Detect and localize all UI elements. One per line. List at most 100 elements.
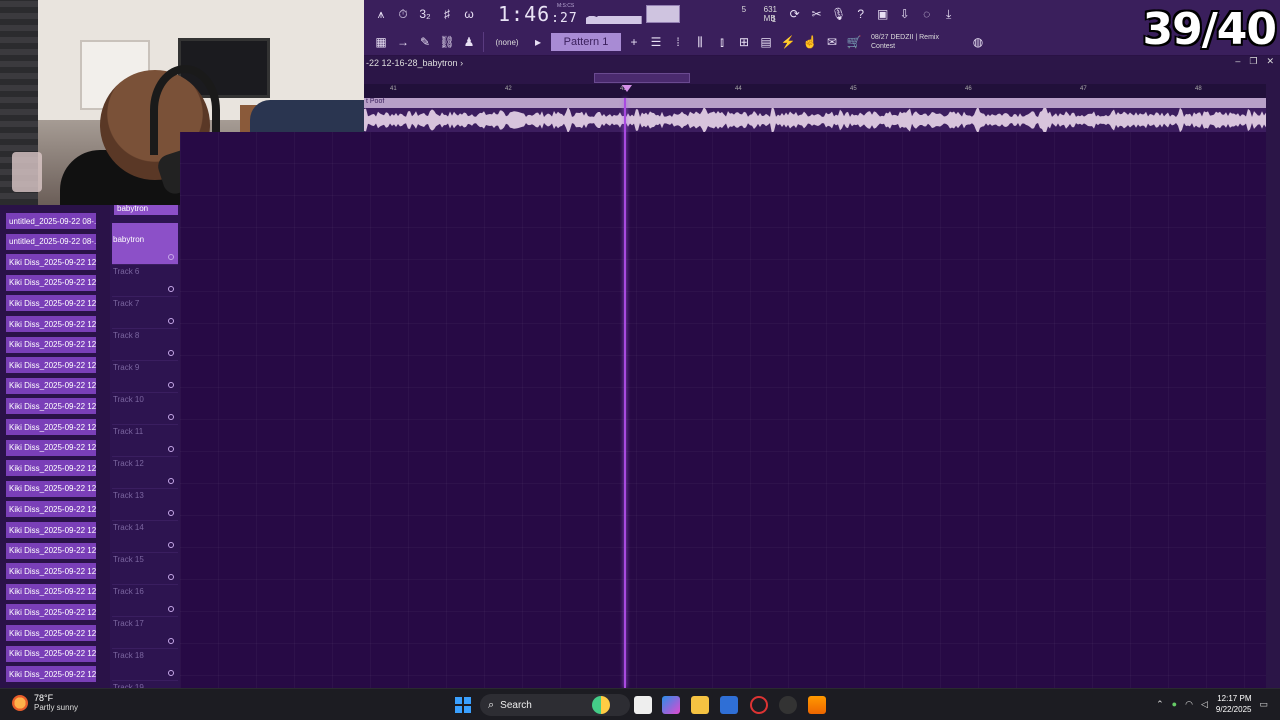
save-icon[interactable]: ▣ xyxy=(873,4,893,24)
track-dot-icon[interactable] xyxy=(168,638,174,644)
metronome-icon[interactable]: ⩚ xyxy=(371,4,391,24)
file-explorer-icon[interactable] xyxy=(691,696,709,714)
track-dot-icon[interactable] xyxy=(168,542,174,548)
track-dot-icon[interactable] xyxy=(168,478,174,484)
export-icon[interactable]: ⇩ xyxy=(895,4,915,24)
browser-item[interactable]: Kiki Diss_2025-09-22 12... xyxy=(6,316,96,332)
track-dot-icon[interactable] xyxy=(168,446,174,452)
track-babytron-top[interactable]: babytron xyxy=(114,205,178,215)
track-dot-icon[interactable] xyxy=(168,670,174,676)
browser-item[interactable]: Kiki Diss_2025-09-22 12... xyxy=(6,583,96,600)
browser-item[interactable]: Kiki Diss_2025-09-22 12... xyxy=(6,522,96,538)
browser-item[interactable]: Kiki Diss_2025-09-22 12... xyxy=(6,377,96,394)
track-header[interactable]: Track 16 xyxy=(112,585,178,617)
track-header[interactable]: Track 9 xyxy=(112,361,178,393)
browser-item[interactable]: Kiki Diss_2025-09-22 12... xyxy=(6,274,96,291)
start-button[interactable] xyxy=(455,697,471,713)
track-dot-icon[interactable] xyxy=(168,414,174,420)
track-dot-icon[interactable] xyxy=(168,510,174,516)
weather-widget[interactable]: 78°F Partly sunny xyxy=(12,693,78,712)
browser-item[interactable]: Kiki Diss_2025-09-22 12... xyxy=(6,480,96,497)
cut-icon[interactable]: ✂ xyxy=(807,4,827,24)
chevron-up-icon[interactable]: ⌃ xyxy=(1156,699,1164,710)
piano-roll-icon[interactable]: ▦ xyxy=(371,32,391,52)
browser-item[interactable]: Kiki Diss_2025-09-22 12... xyxy=(6,357,96,374)
add-pattern-icon[interactable]: + xyxy=(624,32,644,52)
browser-item[interactable]: Kiki Diss_2025-09-22 12... xyxy=(6,295,96,312)
browser-item[interactable]: Kiki Diss_2025-09-22 12... xyxy=(6,501,96,518)
browser-item[interactable]: Kiki Diss_2025-09-22 12... xyxy=(6,604,96,621)
clock[interactable]: 12:17 PM 9/22/2025 xyxy=(1216,693,1252,715)
widgets-icon[interactable] xyxy=(592,696,610,714)
track-header[interactable]: Track 11 xyxy=(112,425,178,457)
blend-notes-icon[interactable]: ω xyxy=(459,4,479,24)
hint-icon[interactable]: ✉ xyxy=(822,32,842,52)
browser-item[interactable]: Kiki Diss_2025-09-22 12... xyxy=(6,460,96,477)
playlist-grid[interactable] xyxy=(180,132,1266,688)
cart-icon[interactable]: 🛒 xyxy=(844,32,864,52)
track-dot-icon[interactable] xyxy=(168,350,174,356)
news-panel[interactable]: 08/27 DEDZII | Remix Contest xyxy=(871,33,967,51)
track-header[interactable]: Track 12 xyxy=(112,457,178,489)
browser-item[interactable]: Kiki Diss_2025-09-22 12... xyxy=(6,645,96,662)
track-dot-icon[interactable] xyxy=(168,286,174,292)
horizontal-scrollbar[interactable] xyxy=(594,73,690,83)
track-babytron[interactable]: babytron xyxy=(112,223,178,265)
browser-item[interactable]: Kiki Diss_2025-09-22 12... xyxy=(6,419,96,435)
track-header[interactable]: Track 18 xyxy=(112,649,178,681)
play-pattern-icon[interactable]: ▸ xyxy=(528,32,548,52)
track-header[interactable]: Track 13 xyxy=(112,489,178,521)
chat-icon[interactable]: ◌ xyxy=(917,4,937,24)
browser-item[interactable]: Kiki Diss_2025-09-22 12... xyxy=(6,563,96,580)
track-header[interactable]: Track 17 xyxy=(112,617,178,649)
microphone-icon[interactable]: 🎙 xyxy=(829,4,849,24)
browser-item[interactable]: untitled_2025-09-22 08-... xyxy=(6,213,96,229)
notification-icon[interactable]: ▭ xyxy=(1259,699,1268,710)
bar-ruler[interactable]: 41 42 43 44 45 46 47 48 xyxy=(364,84,1266,98)
volume-icon[interactable]: ◁ xyxy=(1201,699,1208,710)
browser-item[interactable]: untitled_2025-09-22 08-... xyxy=(6,233,96,250)
brush-icon[interactable]: ✎ xyxy=(415,32,435,52)
track-dot-icon[interactable] xyxy=(168,574,174,580)
touch-icon[interactable]: ☝ xyxy=(800,32,820,52)
browser-item[interactable]: Kiki Diss_2025-09-22 12... xyxy=(6,439,96,456)
plugin-icon[interactable]: ⚡ xyxy=(778,32,798,52)
refresh-icon[interactable]: ⟳ xyxy=(785,4,805,24)
track-header[interactable]: Track 15 xyxy=(112,553,178,585)
vertical-scrollbar[interactable] xyxy=(1266,70,1280,688)
minimize-icon[interactable]: – xyxy=(1235,56,1240,67)
snap-selector[interactable]: (none) xyxy=(487,33,527,51)
download-icon[interactable]: ⤓ xyxy=(939,4,959,24)
fl-studio-icon[interactable] xyxy=(808,696,826,714)
browser-item[interactable]: Kiki Diss_2025-09-22 12... xyxy=(6,336,96,353)
playlist-icon[interactable]: ☰ xyxy=(646,32,666,52)
track-header[interactable]: Track 10 xyxy=(112,393,178,425)
opera-icon[interactable] xyxy=(750,696,768,714)
track-header[interactable]: Track 6 xyxy=(112,265,178,297)
app-icon[interactable] xyxy=(779,696,797,714)
browser-item[interactable]: Kiki Diss_2025-09-22 12... xyxy=(6,542,96,559)
playhead-marker[interactable] xyxy=(622,85,632,92)
step-edit-icon[interactable]: ♯ xyxy=(437,4,457,24)
browser-icon[interactable]: ▤ xyxy=(756,32,776,52)
store-icon[interactable] xyxy=(720,696,738,714)
mic-tray-icon[interactable]: ● xyxy=(1172,699,1177,709)
globe-icon[interactable]: ◍ xyxy=(968,32,988,52)
track-dot-icon[interactable] xyxy=(168,382,174,388)
step-sequencer-icon[interactable]: ⁞ xyxy=(668,32,688,52)
link-icon[interactable]: ⛓ xyxy=(437,32,457,52)
stamp-icon[interactable]: ♟ xyxy=(459,32,479,52)
track-header[interactable]: Track 7 xyxy=(112,297,178,329)
browser-item[interactable]: Kiki Diss_2025-09-22 12... xyxy=(6,666,96,683)
task-view-icon[interactable] xyxy=(634,696,652,714)
browser-item[interactable]: Kiki Diss_2025-09-22 12... xyxy=(6,625,96,641)
countdown-icon[interactable]: 3₂ xyxy=(415,4,435,24)
timeline[interactable]: 41 42 43 44 45 46 47 48 xyxy=(364,70,1266,98)
browser-item[interactable]: Kiki Diss_2025-09-22 12... xyxy=(6,398,96,415)
restore-icon[interactable]: ❐ xyxy=(1249,56,1257,67)
track-header[interactable]: Track 8 xyxy=(112,329,178,361)
mixer-icon[interactable]: ⫼ xyxy=(690,32,710,52)
browser-item[interactable]: Kiki Diss_2025-09-22 12... xyxy=(6,254,96,271)
arrow-right-icon[interactable]: → xyxy=(393,32,413,52)
track-dot-icon[interactable] xyxy=(168,318,174,324)
